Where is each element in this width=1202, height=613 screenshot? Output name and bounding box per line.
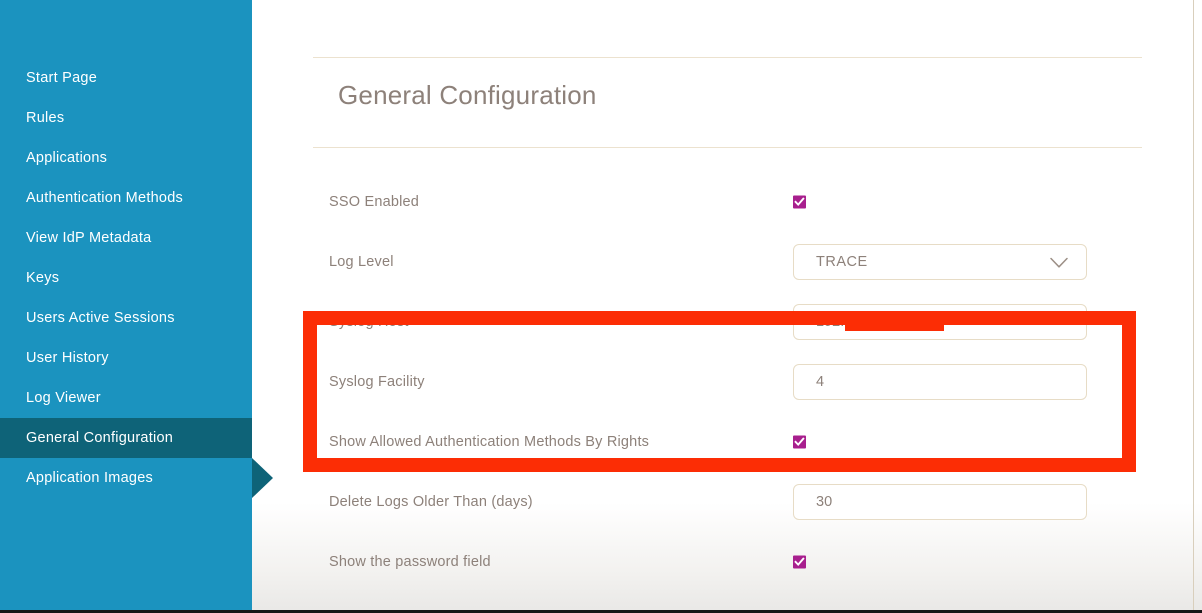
form-row-log-level: Log Level TRACE (252, 232, 1202, 292)
chevron-down-icon[interactable] (1050, 257, 1068, 268)
form-row-sso-enabled: SSO Enabled (252, 172, 1202, 232)
form-row-control: 4 (793, 364, 1087, 400)
form-row-show-allowed-authentication-methods-by-rights: Show Allowed Authentication Methods By R… (252, 412, 1202, 472)
sidebar-item-application-images[interactable]: Application Images (0, 458, 252, 498)
sidebar-item-label: Log Viewer (26, 390, 101, 406)
divider-below-title (313, 147, 1142, 148)
page-title: General Configuration (338, 80, 597, 111)
form-row-control (793, 196, 806, 209)
form-row-control: TRACE (793, 244, 1087, 280)
select-log-level[interactable]: TRACE (793, 244, 1087, 280)
check-icon (794, 197, 805, 208)
form-row-control: 192. (793, 304, 1087, 340)
sidebar-item-log-viewer[interactable]: Log Viewer (0, 378, 252, 418)
form-row-label: Show Allowed Authentication Methods By R… (329, 434, 649, 450)
sidebar-item-applications[interactable]: Applications (0, 138, 252, 178)
input-syslog-facility[interactable]: 4 (793, 364, 1087, 400)
check-icon (794, 557, 805, 568)
sidebar-item-label: Application Images (26, 470, 153, 486)
sidebar-item-label: Authentication Methods (26, 190, 183, 206)
sidebar-item-users-active-sessions[interactable]: Users Active Sessions (0, 298, 252, 338)
input-delete-logs-older-than-days[interactable]: 30 (793, 484, 1087, 520)
form-row-label: Show the password field (329, 554, 491, 570)
sidebar-nav-list: Start Page Rules Applications Authenticatio… (0, 58, 252, 498)
form-row-syslog-host: Syslog Host 192. (252, 292, 1202, 352)
form-row-control (793, 556, 806, 569)
form-row-syslog-facility: Syslog Facility 4 (252, 352, 1202, 412)
form-row-label: Syslog Host (329, 314, 409, 330)
sidebar-item-user-history[interactable]: User History (0, 338, 252, 378)
sidebar-item-keys[interactable]: Keys (0, 258, 252, 298)
sidebar-item-label: Start Page (26, 70, 97, 86)
input-syslog-host[interactable]: 192. (793, 304, 1087, 340)
sidebar-item-start-page[interactable]: Start Page (0, 58, 252, 98)
input-value: 30 (816, 494, 832, 510)
input-value: 4 (816, 374, 824, 390)
checkbox-show-allowed-authentication-methods-by-rights[interactable] (793, 436, 806, 449)
check-icon (794, 437, 805, 448)
divider-above-title (313, 57, 1142, 58)
form-row-control: 30 (793, 484, 1087, 520)
form-row-delete-logs-older-than-days: Delete Logs Older Than (days) 30 (252, 472, 1202, 532)
form-row-label: Log Level (329, 254, 394, 270)
checkbox-sso-enabled[interactable] (793, 196, 806, 209)
form-row-label: Delete Logs Older Than (days) (329, 494, 533, 510)
select-value: TRACE (816, 254, 868, 270)
form-row-label: SSO Enabled (329, 194, 419, 210)
sidebar-item-rules[interactable]: Rules (0, 98, 252, 138)
form-row-control (793, 436, 806, 449)
sidebar-item-label: Users Active Sessions (26, 310, 175, 326)
app-root: Start Page Rules Applications Authenticatio… (0, 0, 1202, 613)
form-row-label: Syslog Facility (329, 374, 425, 390)
sidebar-item-general-configuration[interactable]: General Configuration (0, 418, 252, 458)
checkbox-show-the-password-field[interactable] (793, 556, 806, 569)
right-edge-rule (1193, 0, 1194, 613)
sidebar-item-label: User History (26, 350, 109, 366)
sidebar-item-label: View IdP Metadata (26, 230, 151, 246)
general-configuration-form: SSO Enabled Log Level TRACE Syslog Host 192.… (252, 172, 1202, 592)
sidebar-item-authentication-methods[interactable]: Authentication Methods (0, 178, 252, 218)
main-content: General Configuration SSO Enabled Log Lev… (252, 0, 1202, 613)
sidebar-item-label: Applications (26, 150, 107, 166)
sidebar-item-label: General Configuration (26, 430, 173, 446)
sidebar-item-label: Rules (26, 110, 64, 126)
sidebar-item-label: Keys (26, 270, 59, 286)
sidebar: Start Page Rules Applications Authenticatio… (0, 0, 252, 613)
sidebar-item-view-idp-metadata[interactable]: View IdP Metadata (0, 218, 252, 258)
redaction-bar (845, 314, 944, 331)
input-value: 192. (816, 314, 844, 330)
form-row-show-the-password-field: Show the password field (252, 532, 1202, 592)
